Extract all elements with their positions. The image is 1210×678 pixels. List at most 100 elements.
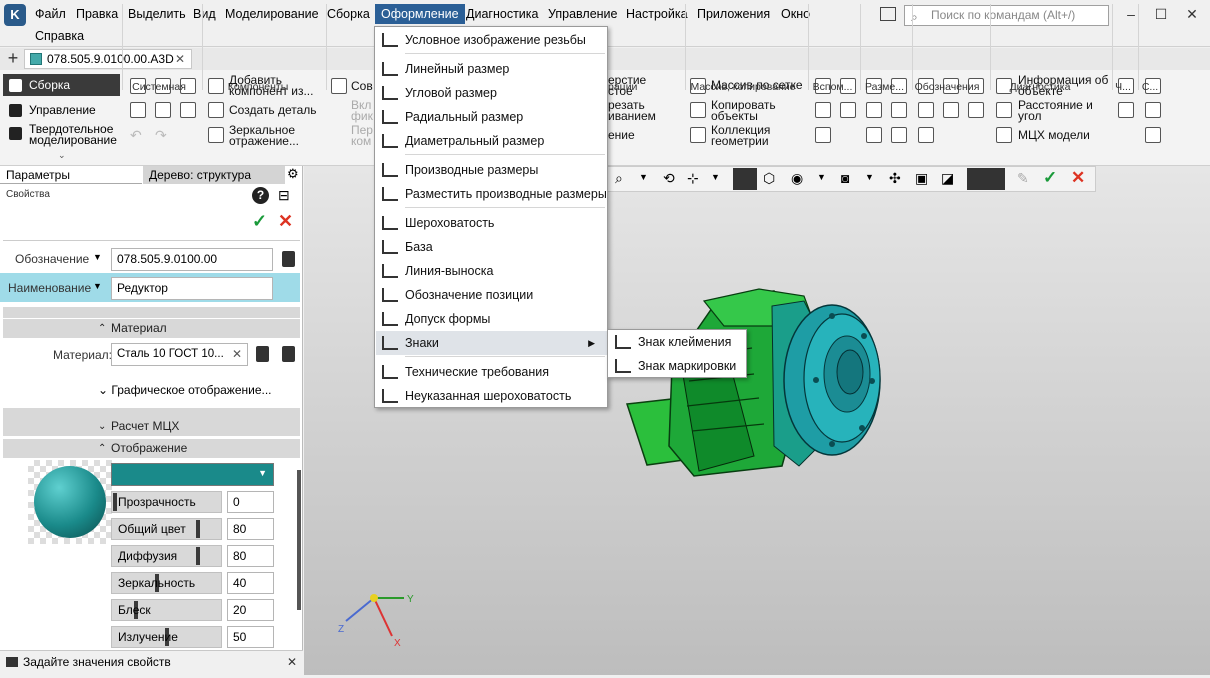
menu-item-marking-sign[interactable]: Знак маркировки [609, 354, 747, 378]
size-icon[interactable] [891, 102, 907, 118]
diffusion-value-field[interactable]: 80 [227, 545, 274, 567]
gear-icon[interactable]: ⚙ [287, 166, 299, 182]
menu-item-place-derived-dims[interactable]: Разместить производные размеры [376, 182, 607, 206]
menu-edit[interactable]: Правка [70, 4, 124, 24]
notation-icon[interactable] [918, 127, 934, 143]
menu-help[interactable]: Справка [29, 26, 90, 46]
menu-design[interactable]: Оформление [375, 4, 465, 24]
book-icon[interactable] [282, 251, 295, 267]
zoom-icon[interactable]: ⌕ [615, 170, 623, 187]
shine-slider[interactable]: Блеск [111, 599, 222, 621]
ok-icon[interactable]: ✓ [1043, 168, 1057, 188]
new-tab-button[interactable]: + [4, 48, 22, 70]
nav-solid-modeling[interactable]: Твердотельное моделирование [3, 122, 121, 146]
diffusion-slider[interactable]: Диффузия [111, 545, 222, 567]
misc-icon[interactable] [1118, 102, 1134, 118]
aux-icon[interactable] [815, 102, 831, 118]
notation-icon[interactable] [943, 102, 959, 118]
app-logo[interactable]: K [4, 4, 26, 26]
menu-item-position-mark[interactable]: Обозначение позиции [376, 283, 607, 307]
cancel-icon[interactable]: ✕ [1071, 168, 1085, 188]
menu-item-form-tolerance[interactable]: Допуск формы [376, 307, 607, 331]
close-window-button[interactable]: ✕ [1181, 4, 1203, 24]
scrollbar[interactable] [297, 470, 301, 610]
notation-icon[interactable] [918, 102, 934, 118]
designation-label[interactable]: Обозначение [15, 252, 89, 266]
menu-window[interactable]: Окно [775, 4, 816, 24]
emission-slider[interactable]: Излучение [111, 626, 222, 648]
close-tab-icon[interactable]: ✕ [175, 50, 185, 68]
nav-management[interactable]: Управление [3, 99, 96, 121]
undo-icon[interactable]: ↶ [130, 127, 142, 144]
transparency-slider[interactable]: Прозрачность [111, 491, 222, 513]
ok-button[interactable]: ✓ [252, 211, 267, 232]
color-select[interactable]: ▼ [111, 463, 274, 486]
size-icon[interactable] [891, 127, 907, 143]
maximize-button[interactable]: ☐ [1150, 4, 1172, 24]
chevron-down-icon[interactable]: ▼ [711, 172, 720, 182]
close-icon[interactable]: ✕ [287, 651, 297, 673]
document-tab[interactable]: 078.505.9.0100.00.A3D ✕ [24, 49, 192, 69]
material-edit-icon[interactable] [282, 346, 295, 362]
general-color-value-field[interactable]: 80 [227, 518, 274, 540]
menu-apps[interactable]: Приложения [691, 4, 776, 24]
distance-angle-button[interactable]: Расстояние и угол [1018, 99, 1098, 122]
tab-tree[interactable]: Дерево: структура [143, 166, 285, 184]
menu-item-radial-dim[interactable]: Радиальный размер [376, 105, 607, 129]
create-part-icon[interactable] [208, 102, 224, 118]
menu-item-derived-dims[interactable]: Производные размеры [376, 158, 607, 182]
slider-handle[interactable] [196, 547, 201, 565]
misc-icon[interactable] [1145, 102, 1161, 118]
camera-icon[interactable]: ◙ [841, 170, 849, 186]
name-field[interactable]: Редуктор [111, 277, 273, 300]
print-icon[interactable] [130, 102, 146, 118]
menu-item-diameter-dim[interactable]: Диаметральный размер [376, 129, 607, 153]
size-icon[interactable] [866, 102, 882, 118]
menu-select[interactable]: Выделить [122, 4, 192, 24]
command-search-input[interactable]: ⌕ Поиск по командам (Alt+/) [904, 5, 1109, 26]
menu-diagnostics[interactable]: Диагностика [460, 4, 544, 24]
wireframe-icon[interactable]: ⬡ [763, 170, 775, 187]
section-icon[interactable]: ✣ [889, 170, 901, 187]
menu-item-tech-requirements[interactable]: Технические требования [376, 360, 607, 384]
menu-item-datum[interactable]: База [376, 235, 607, 259]
copy-icon[interactable] [155, 102, 171, 118]
layout-icon[interactable] [880, 7, 896, 21]
create-part-button[interactable]: Создать деталь [229, 104, 321, 116]
nav-assembly[interactable]: Сборка [3, 74, 120, 96]
shaded-view-icon[interactable] [733, 168, 757, 190]
specular-value-field[interactable]: 40 [227, 572, 274, 594]
menu-item-thread-view[interactable]: Условное изображение резьбы [376, 28, 607, 52]
tab-parameters[interactable]: Параметры [0, 166, 142, 184]
mirror-button[interactable]: Зеркальное отражение... [229, 124, 304, 147]
filter-icon[interactable] [967, 168, 1005, 190]
part2-icon[interactable]: ◪ [941, 170, 954, 187]
copy-objects-button[interactable]: Копировать объекты [711, 99, 781, 122]
menu-modeling[interactable]: Моделирование [219, 4, 325, 24]
aux-icon[interactable] [840, 102, 856, 118]
menu-file[interactable]: Файл [29, 4, 72, 24]
cut-label[interactable]: Сов [351, 80, 373, 92]
shine-value-field[interactable]: 20 [227, 599, 274, 621]
slider-handle[interactable] [196, 520, 201, 538]
general-color-slider[interactable]: Общий цвет [111, 518, 222, 540]
part-icon[interactable]: ▣ [915, 170, 928, 187]
tree-icon[interactable]: ⊟ [278, 187, 290, 204]
section-mass[interactable]: ⌄ Расчет МЦХ [3, 417, 300, 436]
clear-icon[interactable]: ✕ [232, 347, 242, 361]
material-lib-icon[interactable] [256, 346, 269, 362]
mirror-icon[interactable] [208, 127, 224, 143]
mass-icon[interactable] [996, 127, 1012, 143]
material-field[interactable]: Сталь 10 ГОСТ 10... [111, 343, 248, 366]
menu-view[interactable]: Вид [187, 4, 222, 24]
rotate-icon[interactable]: ⟲ [663, 170, 675, 187]
chevron-down-icon[interactable]: ▼ [865, 172, 874, 182]
menu-item-roughness[interactable]: Шероховатость [376, 211, 607, 235]
section-graphic[interactable]: ⌄ Графическое отображение... [98, 383, 272, 397]
menu-item-angular-dim[interactable]: Угловой размер [376, 81, 607, 105]
menu-item-leader-line[interactable]: Линия-выноска [376, 259, 607, 283]
copy-objects-icon[interactable] [690, 102, 706, 118]
menu-item-stamp-sign[interactable]: Знак клеймения [609, 330, 747, 354]
menu-item-linear-dim[interactable]: Линейный размер [376, 57, 607, 81]
chevron-down-icon[interactable]: ▼ [93, 281, 102, 291]
